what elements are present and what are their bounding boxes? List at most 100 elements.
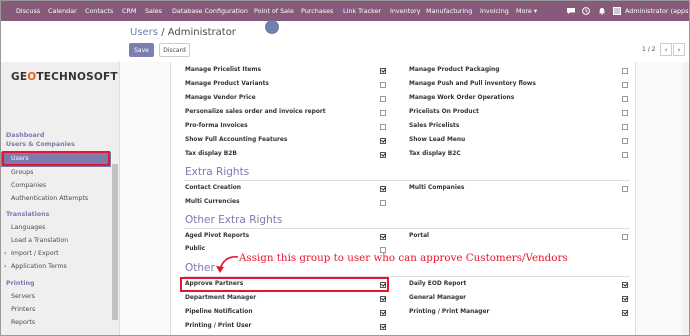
menu-crm[interactable]: CRM	[122, 7, 136, 15]
group-checkbox[interactable]	[380, 296, 386, 302]
field-label: Manage Push and Pull inventory flows	[409, 81, 536, 87]
sidebar-item-application-terms[interactable]: Application Terms	[11, 263, 67, 270]
group-checkbox[interactable]	[622, 296, 628, 302]
expand-arrow-icon[interactable]: ›	[4, 263, 7, 270]
menu-invoicing[interactable]: Invoicing	[480, 7, 509, 15]
pager-next-button[interactable]: ›	[673, 43, 685, 56]
field-label: Manage Product Packaging	[409, 67, 500, 73]
sidebar-item-printers[interactable]: Printers	[11, 306, 35, 313]
menu-discuss[interactable]: Discuss	[16, 7, 40, 15]
section-title-extra-rights: Extra Rights	[185, 166, 250, 178]
sidebar-item-languages[interactable]: Languages	[11, 224, 45, 231]
menu-link-tracker[interactable]: Link Tracker	[343, 7, 381, 15]
field-label: Manage Product Variants	[185, 81, 269, 87]
menu-point-of-sale[interactable]: Point of Sale	[254, 7, 294, 15]
menu-more[interactable]: More ▾	[516, 7, 537, 15]
group-checkbox[interactable]	[380, 152, 386, 158]
group-checkbox[interactable]	[622, 68, 628, 74]
users-highlight-box	[2, 151, 110, 166]
discard-button[interactable]: Discard	[159, 43, 190, 57]
section-divider	[184, 228, 630, 229]
bell-icon[interactable]	[597, 6, 607, 16]
menu-calendar[interactable]: Calendar	[48, 7, 77, 15]
field-label: Department Manager	[185, 295, 257, 301]
sidebar-item-groups[interactable]: Groups	[11, 169, 33, 176]
user-avatar[interactable]	[613, 7, 621, 15]
group-checkbox[interactable]	[380, 68, 386, 74]
breadcrumb-separator: /	[158, 27, 168, 38]
field-label: Printing / Print Manager	[409, 309, 490, 315]
group-checkbox[interactable]	[622, 234, 628, 240]
group-checkbox[interactable]	[622, 82, 628, 88]
group-checkbox[interactable]	[380, 324, 386, 330]
group-checkbox[interactable]	[622, 96, 628, 102]
group-checkbox[interactable]	[622, 152, 628, 158]
group-checkbox[interactable]	[622, 110, 628, 116]
group-checkbox[interactable]	[380, 310, 386, 316]
group-checkbox[interactable]	[622, 186, 628, 192]
breadcrumb: Users / Administrator	[130, 27, 236, 38]
menu-purchases[interactable]: Purchases	[301, 7, 333, 15]
group-checkbox[interactable]	[622, 138, 628, 144]
field-label: Multi Companies	[409, 185, 465, 191]
group-checkbox[interactable]	[622, 282, 628, 288]
field-label: Portal	[409, 233, 430, 239]
sidebar-heading-dashboard[interactable]: Dashboard	[6, 132, 44, 139]
sidebar-scrollbar[interactable]	[112, 164, 118, 320]
menu-manufacturing[interactable]: Manufacturing	[426, 7, 472, 15]
top-navbar: Discuss Calendar Contacts CRM Sales Data…	[1, 1, 689, 21]
app-window: Discuss Calendar Contacts CRM Sales Data…	[0, 0, 690, 336]
section-divider	[184, 180, 630, 181]
annotation-arrow-icon	[216, 256, 239, 273]
sidebar-item-load-translation[interactable]: Load a Translation	[11, 237, 68, 244]
group-checkbox[interactable]	[380, 200, 386, 206]
group-checkbox[interactable]	[380, 82, 386, 88]
pager-previous-button[interactable]: ‹	[660, 43, 672, 56]
field-label: Printing / Print User	[185, 323, 252, 329]
menu-sales[interactable]: Sales	[145, 7, 162, 15]
field-label: Manage Work Order Operations	[409, 95, 515, 101]
menu-database-configuration[interactable]: Database Configuration	[172, 7, 248, 15]
field-label: General Manager	[409, 295, 467, 301]
field-label: Aged Pivot Reports	[185, 233, 250, 239]
group-checkbox[interactable]	[622, 310, 628, 316]
group-checkbox[interactable]	[380, 186, 386, 192]
sidebar-item-authentication-attempts[interactable]: Authentication Attempts	[11, 195, 88, 202]
field-label: Tax display B2C	[409, 151, 461, 157]
group-checkbox[interactable]	[380, 234, 386, 240]
field-label: Daily EOD Report	[409, 281, 467, 287]
group-checkbox[interactable]	[380, 124, 386, 130]
save-button[interactable]: Save	[129, 43, 154, 57]
menu-inventory[interactable]: Inventory	[390, 7, 421, 15]
sidebar-heading-translations[interactable]: Translations	[6, 211, 49, 218]
group-checkbox[interactable]	[380, 96, 386, 102]
sidebar-item-companies[interactable]: Companies	[11, 182, 46, 189]
menu-contacts[interactable]: Contacts	[85, 7, 113, 15]
sidebar-heading-users-companies[interactable]: Users & Companies	[6, 141, 75, 148]
sidebar-heading-printing[interactable]: Printing	[6, 280, 35, 287]
main-scrollbar[interactable]	[683, 62, 689, 335]
sidebar-item-import-export[interactable]: Import / Export	[11, 250, 59, 257]
field-label: Sales Pricelists	[409, 123, 460, 129]
sidebar: GEOTECHNOSOFT Dashboard Users & Companie…	[1, 62, 120, 335]
breadcrumb-users-link[interactable]: Users	[130, 27, 158, 38]
field-label: Manage Vendor Price	[185, 95, 256, 101]
field-label: Show Full Accounting Features	[185, 137, 288, 143]
section-title-other-extra-rights: Other Extra Rights	[185, 214, 283, 226]
group-checkbox[interactable]	[380, 138, 386, 144]
sidebar-item-servers[interactable]: Servers	[11, 293, 35, 300]
breadcrumb-current: Administrator	[167, 27, 236, 38]
clock-icon[interactable]	[581, 6, 591, 16]
annotation-text: Assign this group to user who can approv…	[239, 252, 568, 264]
chat-icon[interactable]	[566, 6, 576, 16]
user-menu[interactable]: Administrator (apps1	[625, 7, 689, 15]
company-logo: GEOTECHNOSOFT	[11, 71, 118, 83]
expand-arrow-icon[interactable]: ›	[4, 250, 7, 257]
pager-value[interactable]: 1 / 2	[642, 46, 655, 53]
group-checkbox[interactable]	[622, 124, 628, 130]
sidebar-item-reports[interactable]: Reports	[11, 319, 35, 326]
field-label: Public	[185, 246, 206, 252]
field-label: Pipeline Notification	[185, 309, 253, 315]
approve-partners-highlight-box	[180, 277, 389, 292]
group-checkbox[interactable]	[380, 110, 386, 116]
